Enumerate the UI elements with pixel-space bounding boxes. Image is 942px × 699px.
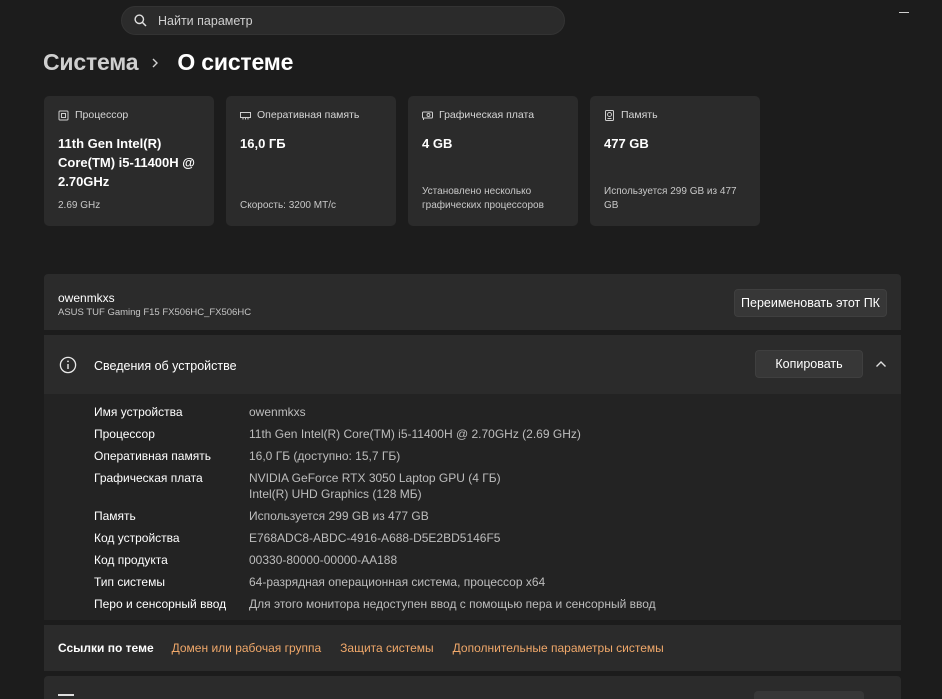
card-title: Память xyxy=(621,109,658,121)
section-icon xyxy=(58,694,74,698)
device-info-body: Имя устройства owenmkxs Процессор 11th G… xyxy=(44,394,901,620)
spec-row: Перо и сенсорный ввод Для этого монитора… xyxy=(94,596,656,612)
section-button[interactable] xyxy=(754,691,864,699)
spec-row: Процессор 11th Gen Intel(R) Core(TM) i5-… xyxy=(94,426,581,442)
spec-row: Тип системы 64-разрядная операционная си… xyxy=(94,574,545,590)
card-title: Графическая плата xyxy=(439,109,535,121)
copy-button[interactable]: Копировать xyxy=(755,350,863,378)
spec-value: 16,0 ГБ (доступно: 15,7 ГБ) xyxy=(249,449,401,463)
device-info-title: Сведения об устройстве xyxy=(94,359,237,373)
spec-row: Графическая плата NVIDIA GeForce RTX 305… xyxy=(94,470,501,502)
chevron-right-icon xyxy=(151,53,165,73)
device-name: owenmkxs xyxy=(58,291,115,305)
info-icon xyxy=(59,356,77,374)
card-value: 16,0 ГБ xyxy=(240,136,286,151)
breadcrumb-system[interactable]: Система xyxy=(43,49,139,76)
device-info-header[interactable]: Сведения об устройстве Копировать xyxy=(44,335,901,394)
spec-label: Имя устройства xyxy=(94,405,183,419)
settings-window: Найти параметр Система О системе Процесс… xyxy=(0,0,942,699)
memory-icon xyxy=(240,111,251,119)
spec-value: Используется 299 GB из 477 GB xyxy=(249,509,429,523)
related-links-title: Ссылки по теме xyxy=(58,641,154,655)
card-value: 477 GB xyxy=(604,136,649,151)
spec-value: owenmkxs xyxy=(249,405,306,419)
link-domain-workgroup[interactable]: Домен или рабочая группа xyxy=(172,641,322,655)
graphics-card: Графическая плата 4 GB Установлено неско… xyxy=(408,96,578,226)
spec-label: Код устройства xyxy=(94,531,180,545)
card-value: 4 GB xyxy=(422,136,453,151)
card-title: Оперативная память xyxy=(257,109,360,121)
spec-row: Имя устройства owenmkxs xyxy=(94,404,306,420)
minimize-icon[interactable] xyxy=(899,12,909,13)
device-name-row: owenmkxs ASUS TUF Gaming F15 FX506HC_FX5… xyxy=(44,274,901,330)
graphics-card-icon xyxy=(422,111,433,120)
storage-card: Память 477 GB Используется 299 GB из 477… xyxy=(590,96,760,226)
device-model: ASUS TUF Gaming F15 FX506HC_FX506HC xyxy=(58,307,252,318)
next-section xyxy=(44,676,901,699)
spec-row: Память Используется 299 GB из 477 GB xyxy=(94,508,429,524)
card-value: 11th Gen Intel(R) Core(TM) i5-11400H @ 2… xyxy=(58,136,195,189)
processor-card: Процессор 11th Gen Intel(R) Core(TM) i5-… xyxy=(44,96,214,226)
spec-value: 64-разрядная операционная система, проце… xyxy=(249,575,546,589)
chevron-up-icon[interactable] xyxy=(875,359,887,369)
related-links: Ссылки по теме Домен или рабочая группа … xyxy=(44,625,901,671)
spec-value: E768ADC8-ABDC-4916-A688-D5E2BD5146F5 xyxy=(249,531,501,545)
spec-label: Процессор xyxy=(94,427,155,441)
card-sub: Используется 299 GB из 477 GB xyxy=(604,186,737,211)
spec-row: Оперативная память 16,0 ГБ (доступно: 15… xyxy=(94,448,400,464)
search-icon xyxy=(134,14,147,27)
link-advanced-system-settings[interactable]: Дополнительные параметры системы xyxy=(453,641,664,655)
link-system-protection[interactable]: Защита системы xyxy=(340,641,433,655)
breadcrumb: Система О системе xyxy=(43,49,293,76)
spec-value: 11th Gen Intel(R) Core(TM) i5-11400H @ 2… xyxy=(249,427,581,441)
memory-card: Оперативная память 16,0 ГБ Скорость: 320… xyxy=(226,96,396,226)
gpu-primary: NVIDIA GeForce RTX 3050 Laptop GPU (4 ГБ… xyxy=(249,471,501,485)
spec-label: Перо и сенсорный ввод xyxy=(94,597,227,611)
search-box[interactable]: Найти параметр xyxy=(121,6,565,35)
spec-label: Код продукта xyxy=(94,553,168,567)
spec-value: NVIDIA GeForce RTX 3050 Laptop GPU (4 ГБ… xyxy=(249,470,501,502)
rename-pc-button[interactable]: Переименовать этот ПК xyxy=(734,289,887,317)
gpu-secondary: Intel(R) UHD Graphics (128 МБ) xyxy=(249,487,422,501)
card-sub: 2.69 GHz xyxy=(58,200,101,211)
spec-row: Код продукта 00330-80000-00000-AA188 xyxy=(94,552,397,568)
spec-label: Память xyxy=(94,509,136,523)
card-sub: Скорость: 3200 МТ/с xyxy=(240,200,336,211)
processor-icon xyxy=(58,110,69,120)
storage-icon xyxy=(605,109,614,121)
spec-label: Графическая плата xyxy=(94,471,203,485)
spec-label: Тип системы xyxy=(94,575,165,589)
spec-row: Код устройства E768ADC8-ABDC-4916-A688-D… xyxy=(94,530,500,546)
page-title: О системе xyxy=(177,49,294,75)
search-placeholder: Найти параметр xyxy=(158,13,253,28)
spec-label: Оперативная память xyxy=(94,449,211,463)
card-sub: Установлено несколько графических процес… xyxy=(422,186,544,211)
card-title: Процессор xyxy=(75,109,129,121)
spec-value: 00330-80000-00000-AA188 xyxy=(249,553,398,567)
spec-value: Для этого монитора недоступен ввод с пом… xyxy=(249,597,656,611)
